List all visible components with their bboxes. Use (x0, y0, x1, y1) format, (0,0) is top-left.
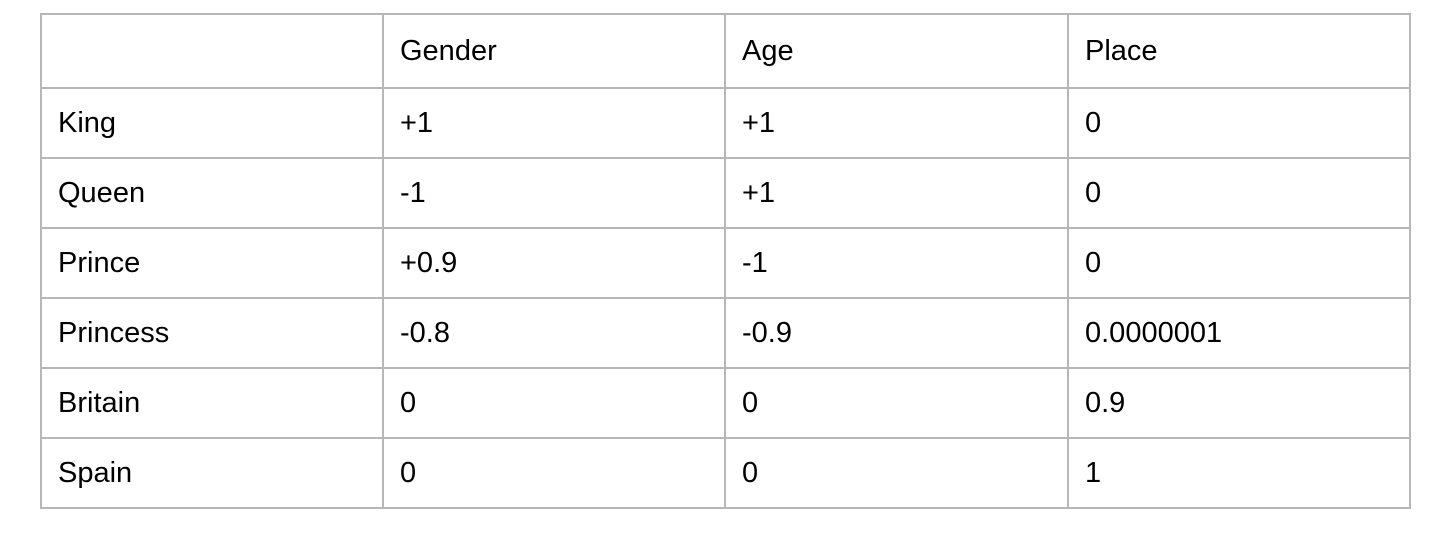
place-cell: 1 (1067, 437, 1411, 509)
table-row: Prince +0.9 -1 0 (40, 227, 1411, 299)
gender-cell: -0.8 (382, 297, 726, 369)
table-header-row: Gender Age Place (40, 13, 1411, 89)
gender-cell: 0 (382, 367, 726, 439)
table-row: Queen -1 +1 0 (40, 157, 1411, 229)
gender-cell: -1 (382, 157, 726, 229)
row-label-cell: King (40, 87, 384, 159)
header-cell-place: Place (1067, 13, 1411, 89)
gender-cell: 0 (382, 437, 726, 509)
header-cell-corner (40, 13, 384, 89)
age-cell: -0.9 (724, 297, 1069, 369)
header-cell-age: Age (724, 13, 1069, 89)
gender-cell: +1 (382, 87, 726, 159)
row-label-cell: Queen (40, 157, 384, 229)
place-cell: 0.9 (1067, 367, 1411, 439)
age-cell: +1 (724, 157, 1069, 229)
place-cell: 0 (1067, 87, 1411, 159)
header-cell-gender: Gender (382, 13, 726, 89)
row-label-cell: Princess (40, 297, 384, 369)
place-cell: 0.0000001 (1067, 297, 1411, 369)
gender-cell: +0.9 (382, 227, 726, 299)
place-cell: 0 (1067, 227, 1411, 299)
place-cell: 0 (1067, 157, 1411, 229)
table-row: Britain 0 0 0.9 (40, 367, 1411, 439)
age-cell: +1 (724, 87, 1069, 159)
table-row: Spain 0 0 1 (40, 437, 1411, 509)
row-label-cell: Britain (40, 367, 384, 439)
row-label-cell: Spain (40, 437, 384, 509)
age-cell: 0 (724, 367, 1069, 439)
age-cell: 0 (724, 437, 1069, 509)
table-row: King +1 +1 0 (40, 87, 1411, 159)
age-cell: -1 (724, 227, 1069, 299)
embedding-table: Gender Age Place King +1 +1 0 Queen -1 +… (40, 13, 1411, 509)
table-row: Princess -0.8 -0.9 0.0000001 (40, 297, 1411, 369)
row-label-cell: Prince (40, 227, 384, 299)
